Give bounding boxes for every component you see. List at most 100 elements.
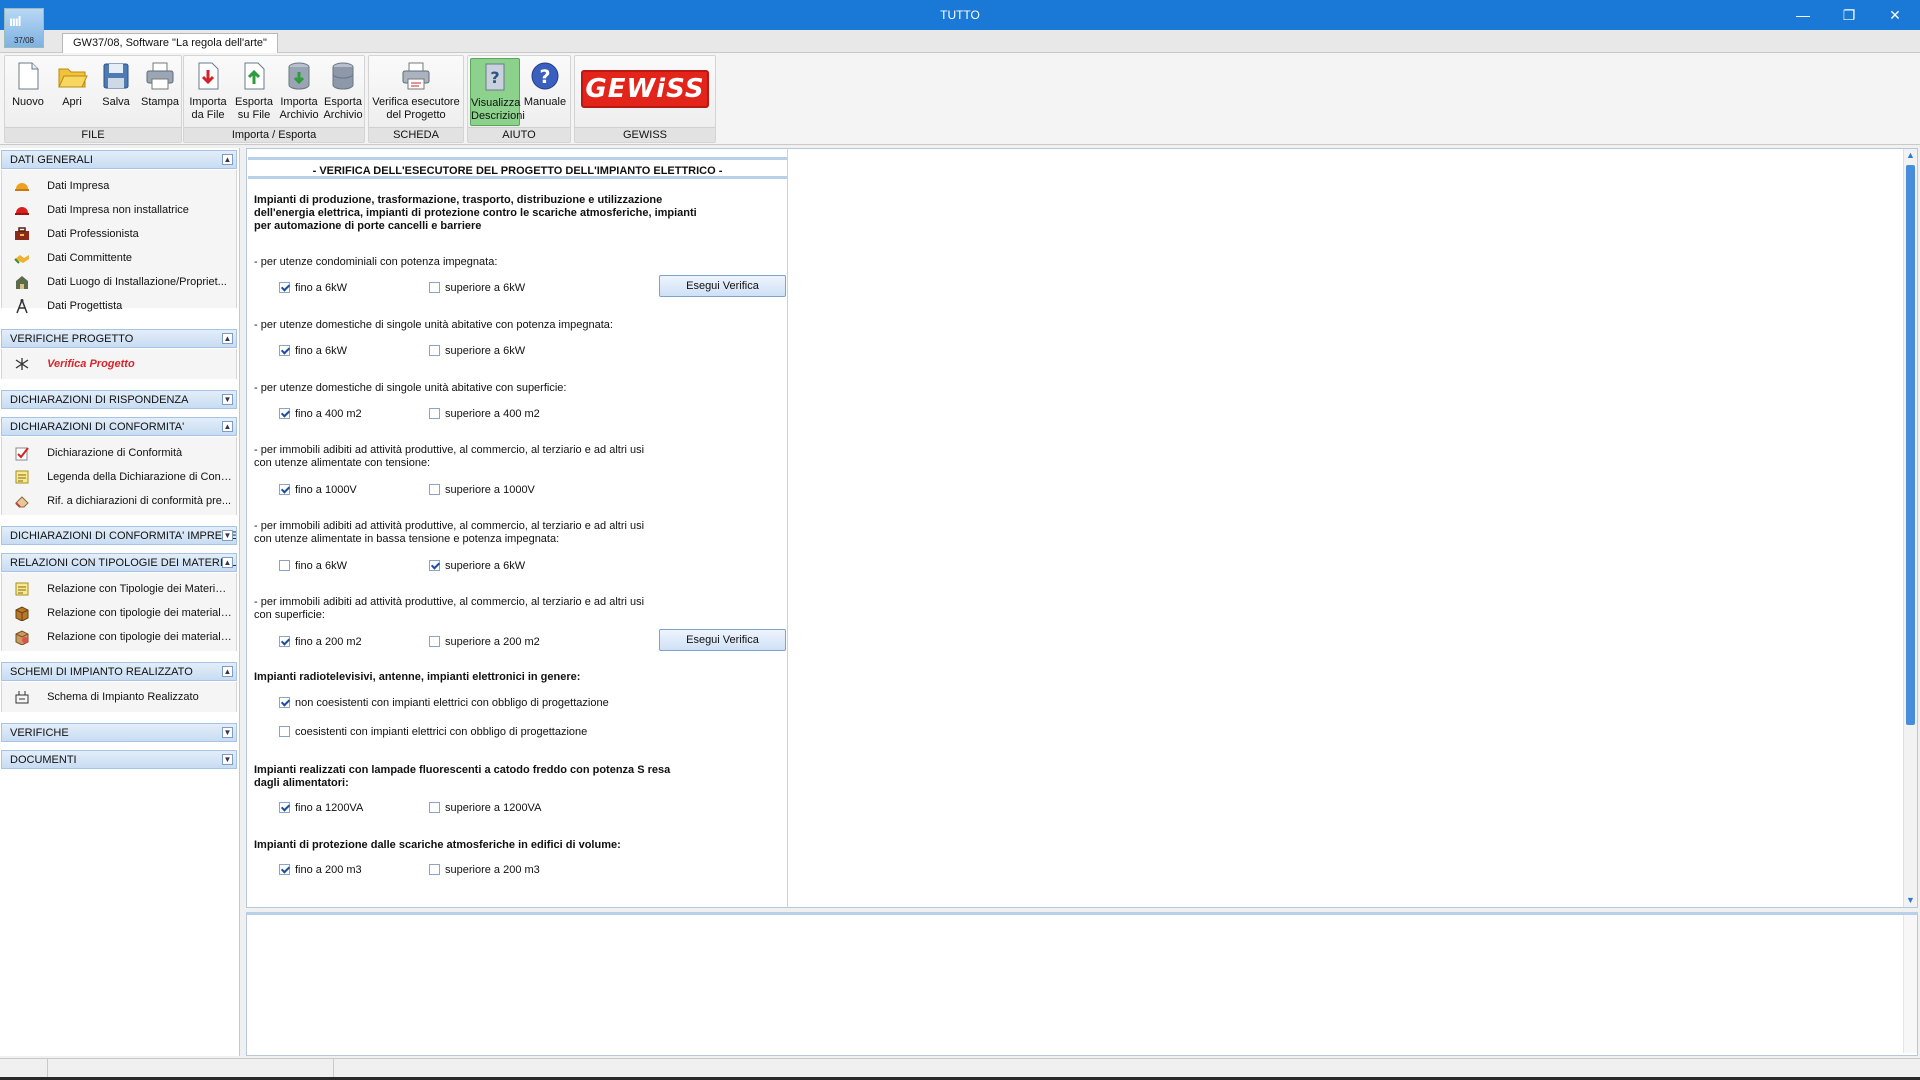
- checkbox-box[interactable]: [279, 484, 290, 495]
- checkbox-box[interactable]: [429, 636, 440, 647]
- visualizza-descrizioni-button[interactable]: ? Visualizza Descrizioni: [470, 58, 525, 126]
- manuale-button[interactable]: ? Manuale: [522, 58, 568, 126]
- checkbox-q3-superiore[interactable]: superiore a 400 m2: [429, 407, 540, 421]
- section-header-relazioni[interactable]: RELAZIONI CON TIPOLOGIE DEI MATERIALI ▲: [1, 553, 237, 572]
- checkbox-q3-fino[interactable]: fino a 400 m2: [279, 407, 362, 421]
- collapse-icon[interactable]: ▲: [222, 557, 233, 568]
- section-header-schemi-impianto[interactable]: SCHEMI DI IMPIANTO REALIZZATO ▲: [1, 662, 237, 681]
- main-vertical-scrollbar[interactable]: ▲ ▼: [1903, 149, 1917, 907]
- nav-item-dati-impresa-non-installatrice[interactable]: Dati Impresa non installatrice: [14, 200, 232, 220]
- nuovo-button[interactable]: Nuovo: [7, 58, 49, 126]
- collapse-icon[interactable]: ▲: [222, 421, 233, 432]
- description-scrollbar[interactable]: [1903, 915, 1917, 1053]
- checkbox-box[interactable]: [279, 802, 290, 813]
- visualizza-descrizioni-label: Visualizza Descrizioni: [471, 97, 525, 122]
- checkbox-box[interactable]: [279, 864, 290, 875]
- package-icon: [15, 630, 29, 646]
- section-header-dati-generali[interactable]: DATI GENERALI ▲: [1, 150, 237, 169]
- nav-item-rif-dichiarazioni[interactable]: Rif. a dichiarazioni di conformità pre..…: [14, 491, 232, 511]
- checkbox-q1-superiore[interactable]: superiore a 6kW: [429, 281, 525, 295]
- importa-da-file-button[interactable]: Importa da File: [186, 58, 230, 126]
- nav-item-schema-impianto[interactable]: Schema di Impianto Realizzato: [14, 687, 232, 707]
- close-icon[interactable]: ✕: [1872, 0, 1918, 30]
- gewiss-logo[interactable]: GEWiSS: [581, 70, 709, 108]
- nav-item-dati-progettista[interactable]: Dati Progettista: [14, 296, 232, 316]
- eraser-icon: [15, 496, 29, 508]
- nav-item-relazione-tipologie-1[interactable]: Relazione con Tipologie dei Materiali...: [14, 579, 232, 599]
- checkbox-s2-non-coesistenti[interactable]: non coesistenti con impianti elettrici c…: [279, 696, 609, 710]
- checkbox-box[interactable]: [279, 697, 290, 708]
- checkbox-box[interactable]: [279, 636, 290, 647]
- ribbon-group-import-export: Importa da File Esporta su File Importa …: [183, 55, 365, 143]
- section-title: DATI GENERALI: [10, 154, 93, 166]
- checkbox-q4-fino[interactable]: fino a 1000V: [279, 483, 357, 497]
- checkbox-q2-fino[interactable]: fino a 6kW: [279, 344, 347, 358]
- section-header-verifiche[interactable]: VERIFICHE ▼: [1, 723, 237, 742]
- esegui-verifica-button-1[interactable]: Esegui Verifica: [659, 275, 786, 297]
- checkbox-box[interactable]: [279, 560, 290, 571]
- section-header-dichiarazioni-conformita[interactable]: DICHIARAZIONI DI CONFORMITA' ▲: [1, 417, 237, 436]
- checkbox-box[interactable]: [429, 802, 440, 813]
- checkbox-q6-fino[interactable]: fino a 200 m2: [279, 635, 362, 649]
- nav-item-dichiarazione-conformita[interactable]: Dichiarazione di Conformità: [14, 443, 232, 463]
- scroll-up-icon[interactable]: ▲: [1905, 150, 1916, 161]
- checkbox-q5-superiore[interactable]: superiore a 6kW: [429, 559, 525, 573]
- checkbox-box[interactable]: [279, 282, 290, 293]
- checkbox-box[interactable]: [429, 282, 440, 293]
- nuovo-label: Nuovo: [12, 96, 44, 108]
- nav-item-verifica-progetto[interactable]: Verifica Progetto: [14, 354, 232, 374]
- expand-icon[interactable]: ▼: [222, 530, 233, 541]
- checkbox-box[interactable]: [429, 864, 440, 875]
- salva-button[interactable]: Salva: [95, 58, 137, 126]
- checkbox-box[interactable]: [429, 484, 440, 495]
- nav-item-relazione-tipologie-2[interactable]: Relazione con tipologie dei materiali...: [14, 603, 232, 623]
- checkbox-s2-coesistenti[interactable]: coesistenti con impianti elettrici con o…: [279, 725, 587, 739]
- apri-button[interactable]: Apri: [51, 58, 93, 126]
- checkbox-box[interactable]: [429, 560, 440, 571]
- checkbox-box[interactable]: [429, 345, 440, 356]
- checkbox-box[interactable]: [279, 408, 290, 419]
- nav-item-dati-luogo[interactable]: Dati Luogo di Installazione/Propriet...: [14, 272, 232, 292]
- checkbox-box[interactable]: [279, 726, 290, 737]
- importa-archivio-button[interactable]: Importa Archivio: [278, 58, 320, 126]
- checkbox-s4-superiore[interactable]: superiore a 200 m3: [429, 863, 540, 877]
- esporta-su-file-button[interactable]: Esporta su File: [232, 58, 276, 126]
- collapse-icon[interactable]: ▲: [222, 666, 233, 677]
- checkbox-q2-superiore[interactable]: superiore a 6kW: [429, 344, 525, 358]
- nav-item-dati-committente[interactable]: Dati Committente: [14, 248, 232, 268]
- section-header-dichiarazioni-rispondenza[interactable]: DICHIARAZIONI DI RISPONDENZA ▼: [1, 390, 237, 409]
- stampa-button[interactable]: Stampa: [139, 58, 181, 126]
- section-header-verifiche-progetto[interactable]: VERIFICHE PROGETTO ▲: [1, 329, 237, 348]
- section-header-documenti[interactable]: DOCUMENTI ▼: [1, 750, 237, 769]
- expand-icon[interactable]: ▼: [222, 754, 233, 765]
- collapse-icon[interactable]: ▲: [222, 333, 233, 344]
- collapse-icon[interactable]: ▲: [222, 154, 233, 165]
- scroll-down-icon[interactable]: ▼: [1905, 895, 1916, 906]
- restore-icon[interactable]: ❐: [1826, 0, 1872, 30]
- expand-icon[interactable]: ▼: [222, 394, 233, 405]
- document-tab[interactable]: GW37/08, Software "La regola dell'arte": [62, 33, 278, 53]
- section-header-dichiarazioni-conformita-imprese[interactable]: DICHIARAZIONI DI CONFORMITA' IMPRESE ▼: [1, 526, 237, 545]
- checkbox-s4-fino[interactable]: fino a 200 m3: [279, 863, 362, 877]
- checkbox-q5-fino[interactable]: fino a 6kW: [279, 559, 347, 573]
- checkbox-box[interactable]: [429, 408, 440, 419]
- checkbox-s3-superiore[interactable]: superiore a 1200VA: [429, 801, 541, 815]
- description-panel[interactable]: [246, 912, 1918, 1056]
- esporta-archivio-button[interactable]: Esporta Archivio: [322, 58, 364, 126]
- minimize-icon[interactable]: —: [1780, 0, 1826, 30]
- checkbox-q4-superiore[interactable]: superiore a 1000V: [429, 483, 535, 497]
- app-logo[interactable]: ıııl 37/08: [4, 8, 44, 48]
- checkbox-q1-fino[interactable]: fino a 6kW: [279, 281, 347, 295]
- checkbox-s3-fino[interactable]: fino a 1200VA: [279, 801, 363, 815]
- nav-item-dati-impresa[interactable]: Dati Impresa: [14, 176, 232, 196]
- expand-icon[interactable]: ▼: [222, 727, 233, 738]
- checkbox-q6-superiore[interactable]: superiore a 200 m2: [429, 635, 540, 649]
- esegui-verifica-button-2[interactable]: Esegui Verifica: [659, 629, 786, 651]
- verifica-esecutore-button[interactable]: Verifica esecutore del Progetto: [371, 58, 461, 126]
- scroll-thumb[interactable]: [1906, 165, 1915, 725]
- nav-item-relazione-tipologie-3[interactable]: Relazione con tipologie dei materiali...: [14, 627, 232, 647]
- section-body-dichiarazioni-conformita: Dichiarazione di Conformità Legenda dell…: [1, 437, 237, 515]
- checkbox-box[interactable]: [279, 345, 290, 356]
- nav-item-dati-professionista[interactable]: Dati Professionista: [14, 224, 232, 244]
- nav-item-legenda-dichiarazione[interactable]: Legenda della Dichiarazione di Conf...: [14, 467, 232, 487]
